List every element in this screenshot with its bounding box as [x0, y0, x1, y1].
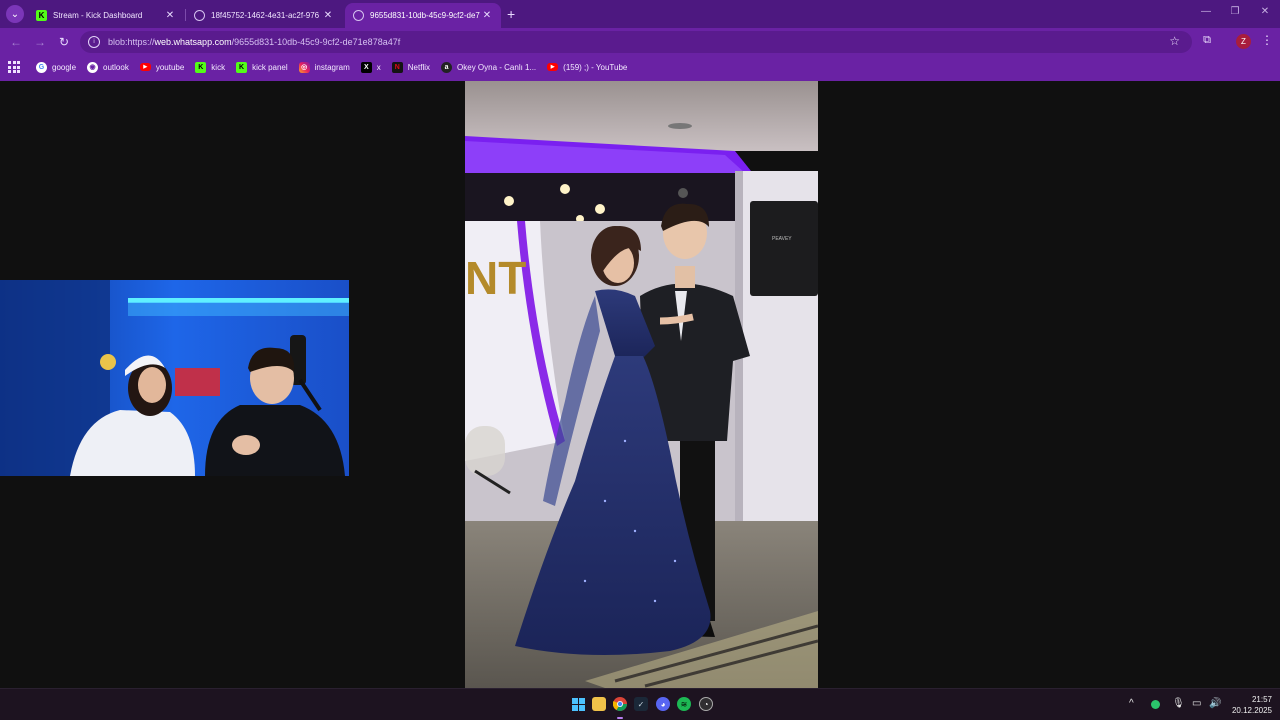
chrome-icon[interactable]	[613, 697, 627, 711]
new-tab-button[interactable]: +	[507, 6, 515, 22]
photo-illustration: NT PEAVEY	[465, 81, 818, 688]
signage-text: NT	[465, 252, 526, 304]
bookmarks-bar: Ggoogle ◉ outlook ▶ youtube Kkick Kkick pa…	[0, 56, 1280, 78]
site-info-icon[interactable]: i	[88, 36, 100, 48]
bookmark-label: (159) ;) - YouTube	[563, 62, 628, 72]
taskbar: ✓ ◕ ≋ ◔ ^ 🎙 ▭ 🔊 21:57 20.12.2025	[0, 688, 1280, 720]
bookmark-label: outlook	[103, 62, 129, 72]
url-host: web.whatsapp.com	[154, 37, 232, 47]
obs-icon[interactable]: ◔	[699, 697, 713, 711]
bookmark-okey[interactable]: a Okey Oyna - Canlı 1...	[441, 61, 537, 73]
bookmark-label: instagram	[314, 62, 350, 72]
microphone-icon[interactable]: 🎙	[1172, 698, 1185, 709]
bookmark-outlook[interactable]: ◉ outlook	[87, 61, 129, 73]
tray-overflow-chevron-icon[interactable]: ^	[1129, 698, 1134, 709]
bookmark-label: x	[376, 62, 381, 72]
bookmark-label: kick	[211, 62, 226, 72]
x-icon: X	[360, 61, 372, 73]
instagram-icon: ◎	[298, 61, 310, 73]
tab-title: Stream - Kick Dashboard	[53, 11, 143, 20]
tab-close-icon[interactable]: ✕	[322, 10, 334, 21]
bookmark-google[interactable]: Ggoogle	[36, 61, 77, 73]
tab-title: 9655d831-10db-45c9-9cf2-de7	[370, 11, 480, 20]
couple-dancing-photo: NT PEAVEY	[465, 81, 818, 688]
toolbar: ← → ↻ i blob:https://web.whatsapp.com/96…	[0, 28, 1280, 56]
volume-icon[interactable]: 🔊	[1209, 698, 1221, 709]
reload-icon[interactable]: ↻	[56, 34, 72, 50]
bookmark-netflix[interactable]: N Netflix	[391, 61, 431, 73]
tab-close-icon[interactable]: ✕	[481, 10, 493, 21]
webcam-illustration	[0, 280, 349, 476]
kick-icon: K	[236, 61, 248, 73]
bookmark-label: google	[52, 62, 77, 72]
bookmark-kick-panel[interactable]: Kkick panel	[236, 61, 288, 73]
system-clock[interactable]: 21:57 20.12.2025	[1226, 694, 1272, 716]
network-icon[interactable]: ▭	[1192, 698, 1201, 709]
minimize-icon[interactable]: —	[1191, 6, 1221, 17]
status-dot-icon[interactable]	[1151, 700, 1160, 709]
profile-avatar[interactable]: Z	[1236, 34, 1251, 49]
tab-blob-2-active[interactable]: 9655d831-10db-45c9-9cf2-de7 ✕	[345, 3, 501, 28]
apps-grid-icon[interactable]	[8, 61, 20, 73]
bookmark-youtube-159[interactable]: ▶ (159) ;) - YouTube	[547, 63, 627, 72]
kick-icon: K	[36, 10, 47, 21]
address-bar[interactable]: i blob:https://web.whatsapp.com/9655d831…	[80, 31, 1192, 53]
extensions-puzzle-icon[interactable]: ⧉	[1200, 34, 1214, 48]
bookmark-youtube[interactable]: ▶ youtube	[139, 62, 185, 72]
bookmark-label: Netflix	[407, 62, 431, 72]
browser-chrome: ⌄ K Stream - Kick Dashboard ✕ 18f45752-1…	[0, 0, 1280, 81]
file-explorer-icon[interactable]	[592, 697, 606, 711]
tab-title: 18f45752-1462-4e31-ac2f-976	[211, 11, 320, 20]
window-close-icon[interactable]: ✕	[1250, 6, 1280, 17]
spotify-icon[interactable]: ≋	[677, 697, 691, 711]
bookmark-kick[interactable]: Kkick	[195, 61, 226, 73]
forward-arrow-icon[interactable]: →	[32, 34, 48, 50]
youtube-icon: ▶	[139, 63, 151, 71]
windows-start-icon[interactable]	[571, 697, 585, 711]
tab-strip: ⌄ K Stream - Kick Dashboard ✕ 18f45752-1…	[0, 0, 1280, 28]
bookmark-x[interactable]: Xx	[360, 61, 381, 73]
webcam-overlay	[0, 280, 349, 476]
outlook-icon: ◉	[87, 61, 99, 73]
youtube-icon: ▶	[547, 63, 559, 71]
url-path: /9655d831-10db-45c9-9cf2-de71e878a47f	[231, 37, 401, 47]
bookmark-label: Okey Oyna - Canlı 1...	[457, 62, 537, 72]
chrome-active-indicator	[617, 717, 623, 719]
maximize-icon[interactable]: ❐	[1220, 6, 1250, 17]
clock-date: 20.12.2025	[1231, 706, 1272, 715]
bookmark-label: youtube	[155, 62, 185, 72]
tab-kick-dashboard[interactable]: K Stream - Kick Dashboard ✕	[28, 3, 184, 28]
globe-icon	[194, 10, 205, 21]
discord-icon[interactable]: ◕	[656, 697, 670, 711]
speaker-brand: PEAVEY	[772, 236, 792, 242]
bookmark-instagram[interactable]: ◎ instagram	[298, 61, 350, 73]
tab-close-icon[interactable]: ✕	[164, 10, 176, 21]
clock-time: 21:57	[1251, 695, 1272, 704]
bookmark-label: kick panel	[252, 62, 288, 72]
page-viewport: NT PEAVEY	[0, 81, 1280, 688]
kick-icon: K	[195, 61, 207, 73]
back-arrow-icon[interactable]: ←	[8, 34, 24, 50]
globe-icon	[353, 10, 364, 21]
tab-search-button[interactable]: ⌄	[6, 5, 24, 23]
tab-blob-1[interactable]: 18f45752-1462-4e31-ac2f-976 ✕	[186, 3, 342, 28]
steam-icon[interactable]: ✓	[634, 697, 648, 711]
okey-icon: a	[441, 61, 453, 73]
netflix-icon: N	[391, 61, 403, 73]
url-text: blob:https://web.whatsapp.com/9655d831-1…	[108, 37, 400, 47]
bookmark-star-icon[interactable]: ☆	[1169, 34, 1180, 48]
url-prefix: blob:https://	[108, 37, 155, 47]
google-icon: G	[36, 61, 47, 73]
menu-kebab-icon[interactable]: ⋮	[1261, 33, 1273, 47]
